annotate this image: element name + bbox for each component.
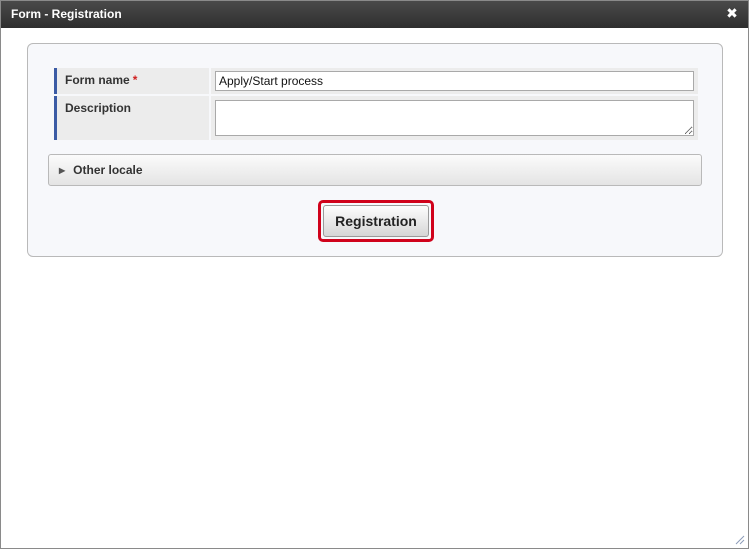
form-name-input-cell	[211, 68, 698, 94]
registration-button[interactable]: Registration	[323, 205, 429, 237]
form-panel: Form name* Description ▶ Other locale Reg…	[27, 43, 723, 257]
form-table: Form name* Description	[52, 66, 700, 142]
required-marker: *	[132, 73, 138, 87]
form-name-input[interactable]	[215, 71, 694, 91]
form-row-form-name: Form name *	[54, 68, 698, 94]
resize-grip-icon[interactable]	[733, 533, 745, 545]
description-input-cell	[211, 96, 698, 140]
registration-dialog: Form - Registration ✖ Form name* Descrip…	[0, 0, 749, 549]
description-label-cell: Description	[54, 96, 209, 140]
description-textarea[interactable]	[215, 100, 694, 136]
form-name-label-cell: Form name *	[54, 68, 209, 94]
caret-right-icon: ▶	[59, 166, 66, 175]
other-locale-label: Other locale	[73, 163, 143, 177]
description-label: Description	[65, 101, 132, 115]
other-locale-toggle[interactable]: ▶ Other locale	[48, 154, 702, 186]
dialog-titlebar[interactable]: Form - Registration ✖	[1, 1, 748, 28]
form-row-description: Description	[54, 96, 698, 140]
close-icon[interactable]: ✖	[724, 6, 740, 22]
dialog-title: Form - Registration	[11, 7, 122, 21]
form-name-label: Form name	[65, 73, 130, 87]
